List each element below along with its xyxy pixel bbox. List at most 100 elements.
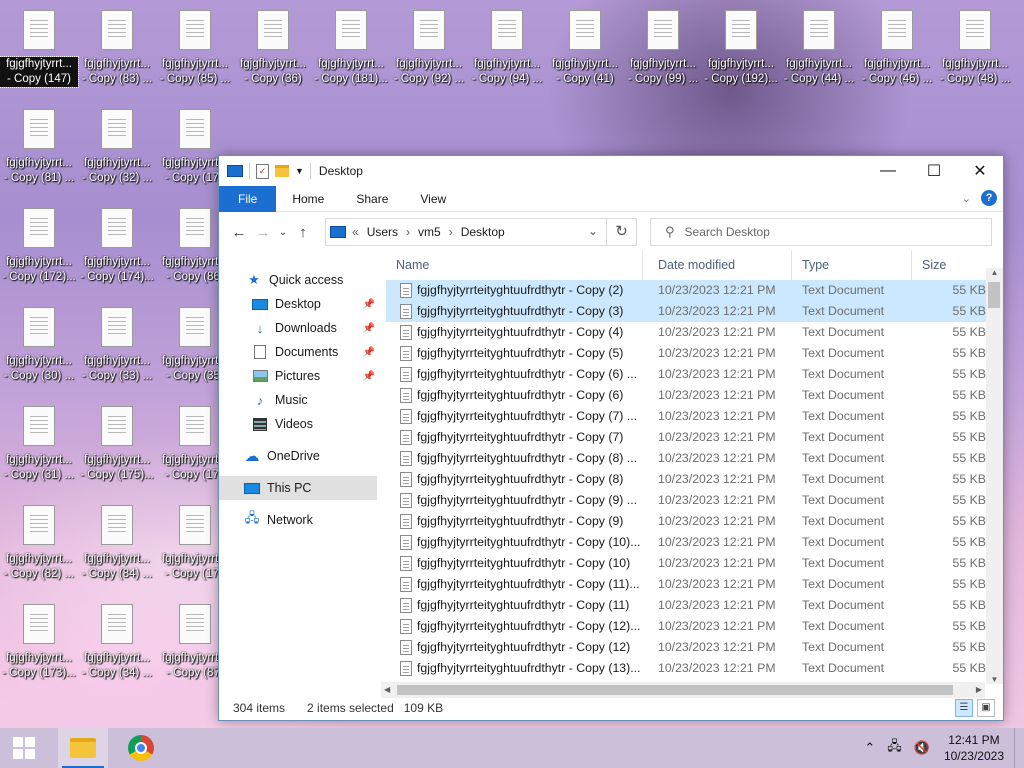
- file-row[interactable]: fgjgfhyjtyrrteityghtuufrdthytr - Copy (5…: [386, 343, 986, 364]
- desktop-file-icon[interactable]: fgjgfhyjtyrrt... - Copy (30) ...: [0, 297, 78, 391]
- file-row[interactable]: fgjgfhyjtyrrteityghtuufrdthytr - Copy (9…: [386, 490, 986, 511]
- breadcrumb-separator[interactable]: ›: [449, 225, 453, 239]
- column-header-size[interactable]: Size: [912, 250, 992, 280]
- expand-ribbon-chevron-icon[interactable]: ⌄: [962, 192, 971, 205]
- file-row[interactable]: fgjgfhyjtyrrteityghtuufrdthytr - Copy (2…: [386, 280, 986, 301]
- taskbar-chrome[interactable]: [116, 728, 166, 768]
- desktop-file-icon[interactable]: fgjgfhyjtyrrt... - Copy (99) ...: [624, 0, 702, 94]
- new-folder-icon[interactable]: [275, 165, 289, 177]
- nav-onedrive[interactable]: ☁ OneDrive: [219, 444, 377, 468]
- desktop-file-icon[interactable]: fgjgfhyjtyrrt... - Copy (85) ...: [156, 0, 234, 94]
- desktop-file-icon[interactable]: fgjgfhyjtyrrt... - Copy (175)...: [78, 396, 156, 490]
- explorer-window-icon[interactable]: [227, 165, 243, 177]
- file-row[interactable]: fgjgfhyjtyrrteityghtuufrdthytr - Copy (8…: [386, 448, 986, 469]
- properties-icon[interactable]: ✓: [256, 163, 269, 179]
- tab-view[interactable]: View: [404, 186, 462, 212]
- tab-home[interactable]: Home: [276, 186, 340, 212]
- show-hidden-icons-chevron-icon[interactable]: ⌃: [864, 740, 875, 756]
- scroll-down-arrow-icon[interactable]: ▼: [986, 675, 1003, 684]
- minimize-button[interactable]: —: [865, 156, 911, 186]
- nav-quick-access[interactable]: ★ Quick access: [219, 268, 377, 292]
- file-row[interactable]: fgjgfhyjtyrrteityghtuufrdthytr - Copy (6…: [386, 364, 986, 385]
- column-header-name[interactable]: Name: [386, 250, 643, 280]
- file-row[interactable]: fgjgfhyjtyrrteityghtuufrdthytr - Copy (1…: [386, 532, 986, 553]
- file-row[interactable]: fgjgfhyjtyrrteityghtuufrdthytr - Copy (1…: [386, 658, 986, 679]
- desktop-file-icon[interactable]: fgjgfhyjtyrrt... - Copy (31) ...: [0, 396, 78, 490]
- file-row[interactable]: fgjgfhyjtyrrteityghtuufrdthytr - Copy (1…: [386, 595, 986, 616]
- search-input[interactable]: [684, 225, 965, 239]
- file-row[interactable]: fgjgfhyjtyrrteityghtuufrdthytr - Copy (6…: [386, 385, 986, 406]
- breadcrumb-separator[interactable]: ›: [406, 225, 410, 239]
- address-bar[interactable]: « Users › vm5 › Desktop ⌄: [325, 218, 607, 246]
- file-row[interactable]: fgjgfhyjtyrrteityghtuufrdthytr - Copy (1…: [386, 616, 986, 637]
- file-row[interactable]: fgjgfhyjtyrrteityghtuufrdthytr - Copy (7…: [386, 406, 986, 427]
- desktop-file-icon[interactable]: fgjgfhyjtyrrt... - Copy (94) ...: [468, 0, 546, 94]
- column-header-date-modified[interactable]: Date modified: [648, 250, 792, 280]
- desktop-file-icon[interactable]: fgjgfhyjtyrrt... - Copy (32) ...: [78, 99, 156, 193]
- address-dropdown-chevron-icon[interactable]: ⌄: [588, 224, 598, 238]
- network-status-icon[interactable]: 🖧: [887, 737, 902, 759]
- desktop-file-icon[interactable]: fgjgfhyjtyrrt... - Copy (181)...: [312, 0, 390, 94]
- file-row[interactable]: fgjgfhyjtyrrteityghtuufrdthytr - Copy (1…: [386, 637, 986, 658]
- desktop-file-icon[interactable]: fgjgfhyjtyrrt... - Copy (192)...: [702, 0, 780, 94]
- desktop-file-icon[interactable]: fgjgfhyjtyrrt... - Copy (46) ...: [858, 0, 936, 94]
- breadcrumb-vm5[interactable]: vm5: [418, 225, 441, 239]
- clock[interactable]: 12:41 PM 10/23/2023: [944, 732, 1004, 764]
- desktop-file-icon[interactable]: fgjgfhyjtyrrt... - Copy (36): [234, 0, 312, 94]
- file-row[interactable]: fgjgfhyjtyrrteityghtuufrdthytr - Copy (7…: [386, 427, 986, 448]
- maximize-button[interactable]: ☐: [911, 156, 957, 186]
- desktop-file-icon[interactable]: fgjgfhyjtyrrt... - Copy (82) ...: [0, 495, 78, 589]
- desktop-file-icon[interactable]: fgjgfhyjtyrrt... - Copy (34) ...: [78, 594, 156, 688]
- desktop-file-icon[interactable]: fgjgfhyjtyrrt... - Copy (173)...: [0, 594, 78, 688]
- address-overflow-chevron[interactable]: «: [352, 225, 359, 239]
- large-icons-view-icon[interactable]: ▣: [977, 699, 995, 717]
- breadcrumb-users[interactable]: Users: [367, 225, 398, 239]
- desktop-file-icon[interactable]: fgjgfhyjtyrrt... - Copy (81) ...: [0, 99, 78, 193]
- taskbar-file-explorer[interactable]: [58, 728, 108, 768]
- nav-network[interactable]: 🖧 Network: [219, 508, 377, 532]
- show-desktop-button[interactable]: [1014, 728, 1024, 768]
- nav-videos[interactable]: Videos: [219, 412, 377, 436]
- back-arrow-icon[interactable]: ←: [227, 224, 251, 241]
- vertical-scrollbar[interactable]: ▲ ▼: [986, 268, 1003, 684]
- desktop-file-icon[interactable]: fgjgfhyjtyrrt... - Copy (92) ...: [390, 0, 468, 94]
- nav-downloads[interactable]: ↓ Downloads 📌: [219, 316, 377, 340]
- search-box[interactable]: ⚲: [650, 218, 992, 246]
- file-row[interactable]: fgjgfhyjtyrrteityghtuufrdthytr - Copy (1…: [386, 553, 986, 574]
- start-button[interactable]: [0, 728, 48, 768]
- up-arrow-icon[interactable]: ↑: [291, 224, 315, 241]
- desktop-file-icon[interactable]: fgjgfhyjtyrrt... - Copy (174)...: [78, 198, 156, 292]
- file-row[interactable]: fgjgfhyjtyrrteityghtuufrdthytr - Copy (3…: [386, 301, 986, 322]
- desktop-file-icon[interactable]: fgjgfhyjtyrrt... - Copy (44) ...: [780, 0, 858, 94]
- column-header-type[interactable]: Type: [792, 250, 912, 280]
- desktop-file-icon[interactable]: fgjgfhyjtyrrt... - Copy (41): [546, 0, 624, 94]
- horizontal-scroll-thumb[interactable]: [397, 685, 953, 695]
- desktop-file-icon[interactable]: fgjgfhyjtyrrt... - Copy (83) ...: [78, 0, 156, 94]
- nav-music[interactable]: ♪ Music: [219, 388, 377, 412]
- recent-locations-chevron-icon[interactable]: ⌄: [275, 227, 291, 238]
- desktop-file-icon[interactable]: fgjgfhyjtyrrt... - Copy (48) ...: [936, 0, 1014, 94]
- file-row[interactable]: fgjgfhyjtyrrteityghtuufrdthytr - Copy (1…: [386, 574, 986, 595]
- scroll-up-arrow-icon[interactable]: ▲: [986, 268, 1003, 277]
- nav-desktop[interactable]: Desktop 📌: [219, 292, 377, 316]
- desktop-file-icon[interactable]: fgjgfhyjtyrrt... - Copy (33) ...: [78, 297, 156, 391]
- close-button[interactable]: ✕: [957, 156, 1003, 186]
- customize-toolbar-chevron-icon[interactable]: ▼: [295, 166, 304, 176]
- desktop-file-icon[interactable]: fgjgfhyjtyrrt... - Copy (84) ...: [78, 495, 156, 589]
- tab-share[interactable]: Share: [340, 186, 404, 212]
- forward-arrow-icon[interactable]: →: [251, 224, 275, 241]
- nav-this-pc[interactable]: This PC: [219, 476, 377, 500]
- file-row[interactable]: fgjgfhyjtyrrteityghtuufrdthytr - Copy (8…: [386, 469, 986, 490]
- desktop-file-icon[interactable]: fgjgfhyjtyrrt... - Copy (147): [0, 0, 79, 94]
- vertical-scroll-thumb[interactable]: [988, 282, 1000, 308]
- file-row[interactable]: fgjgfhyjtyrrteityghtuufrdthytr - Copy (4…: [386, 322, 986, 343]
- file-row[interactable]: fgjgfhyjtyrrteityghtuufrdthytr - Copy (9…: [386, 511, 986, 532]
- volume-muted-icon[interactable]: 🔇: [914, 740, 930, 756]
- title-bar[interactable]: ✓ ▼ Desktop — ☐ ✕: [219, 156, 1003, 186]
- nav-documents[interactable]: Documents 📌: [219, 340, 377, 364]
- breadcrumb-desktop[interactable]: Desktop: [461, 225, 505, 239]
- tab-file[interactable]: File: [219, 185, 277, 212]
- refresh-button[interactable]: ↻: [607, 218, 637, 246]
- nav-pictures[interactable]: Pictures 📌: [219, 364, 377, 388]
- details-view-icon[interactable]: ☰: [955, 699, 973, 717]
